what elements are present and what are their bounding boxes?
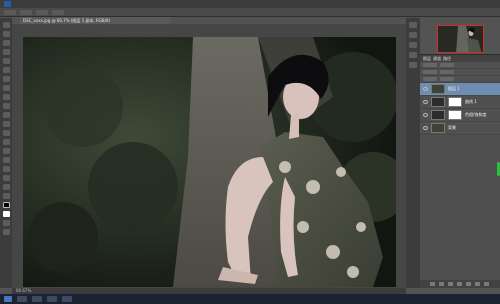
lock-row <box>420 76 500 83</box>
add-mask-icon[interactable] <box>448 282 453 286</box>
eraser-tool-icon[interactable] <box>2 112 10 118</box>
navigator-thumbnail[interactable] <box>437 25 484 53</box>
tab-paths[interactable]: 路径 <box>443 56 451 62</box>
history-brush-tool-icon[interactable] <box>2 103 10 109</box>
layer-name: 色相/饱和度 <box>465 112 487 117</box>
filter-icons[interactable] <box>440 63 454 67</box>
layer-mask-thumbnail <box>448 110 462 120</box>
option-control-2[interactable] <box>36 9 48 15</box>
clone-stamp-tool-icon[interactable] <box>2 94 10 100</box>
blend-mode-row <box>420 69 500 76</box>
background-color-swatch[interactable] <box>2 211 10 217</box>
adjustment-layer-icon[interactable] <box>457 282 462 286</box>
menu-bar <box>0 0 500 8</box>
layer-row[interactable]: 图层 1 <box>420 83 500 96</box>
shape-tool-icon[interactable] <box>2 175 10 181</box>
foreground-color-swatch[interactable] <box>2 202 10 208</box>
menu-item-1[interactable] <box>17 2 18 7</box>
document-tab-label: DSC_xxxx.jpg @ 66.7% (图层 1 副本, RGB/8) <box>23 18 111 23</box>
blur-tool-icon[interactable] <box>2 130 10 136</box>
layers-panel-footer <box>420 280 500 288</box>
taskbar-app-1[interactable] <box>17 296 27 302</box>
document-canvas-photo[interactable] <box>23 37 396 287</box>
photoshop-logo-icon[interactable] <box>4 1 11 7</box>
tool-preset-button[interactable] <box>4 9 16 15</box>
layers-panel-tabs: 图层 通道 路径 <box>420 55 500 62</box>
link-layers-icon[interactable] <box>430 282 435 286</box>
layer-name: 曲线 1 <box>465 99 477 104</box>
layer-row[interactable]: 色相/饱和度 <box>420 109 500 122</box>
healing-tool-icon[interactable] <box>2 76 10 82</box>
layer-row[interactable]: 背景 <box>420 122 500 135</box>
taskbar-app-3[interactable] <box>47 296 57 302</box>
opacity-field[interactable] <box>440 70 454 74</box>
navigator-panel <box>420 18 500 55</box>
collapsed-panels-dock <box>406 18 420 288</box>
brush-tool-icon[interactable] <box>2 85 10 91</box>
tab-layers[interactable]: 图层 <box>423 56 431 62</box>
history-panel-icon[interactable] <box>409 22 417 28</box>
layer-kind-filter[interactable] <box>423 63 437 67</box>
taskbar-app-2[interactable] <box>32 296 42 302</box>
tab-channels[interactable]: 通道 <box>433 56 441 62</box>
layer-thumbnail <box>431 123 445 133</box>
tools-panel <box>0 18 12 288</box>
character-panel-icon[interactable] <box>409 52 417 58</box>
photo-image <box>23 37 396 287</box>
crop-tool-icon[interactable] <box>2 58 10 64</box>
start-button-icon[interactable] <box>4 296 12 302</box>
os-taskbar <box>0 294 500 304</box>
adjustment-thumbnail <box>431 97 445 107</box>
zoom-tool-icon[interactable] <box>2 193 10 199</box>
hand-tool-icon[interactable] <box>2 184 10 190</box>
menu-item-4[interactable] <box>39 2 40 7</box>
lock-icons[interactable] <box>423 77 437 81</box>
new-group-icon[interactable] <box>466 282 471 286</box>
menu-item-2[interactable] <box>24 2 25 7</box>
navigator-preview-image <box>438 26 483 52</box>
quick-mask-icon[interactable] <box>2 220 10 226</box>
layer-name: 背景 <box>448 125 456 130</box>
type-tool-icon[interactable] <box>2 157 10 163</box>
dodge-tool-icon[interactable] <box>2 139 10 145</box>
quick-select-tool-icon[interactable] <box>2 49 10 55</box>
properties-panel-icon[interactable] <box>409 32 417 38</box>
document-tab[interactable]: DSC_xxxx.jpg @ 66.7% (图层 1 副本, RGB/8) <box>20 17 170 24</box>
paragraph-panel-icon[interactable] <box>409 62 417 68</box>
eyedropper-tool-icon[interactable] <box>2 67 10 73</box>
taskbar-app-photoshop[interactable] <box>62 296 72 302</box>
trash-icon[interactable] <box>484 282 489 286</box>
layers-panel: 图层 通道 路径 图层 1 曲线 1 色相/饱和度 背景 <box>420 55 500 288</box>
option-control-1[interactable] <box>20 9 32 15</box>
eye-icon[interactable] <box>423 100 428 104</box>
adjustment-thumbnail <box>431 110 445 120</box>
blend-mode-select[interactable] <box>423 70 437 74</box>
gradient-tool-icon[interactable] <box>2 121 10 127</box>
marquee-tool-icon[interactable] <box>2 31 10 37</box>
option-control-3[interactable] <box>52 9 64 15</box>
layer-mask-thumbnail <box>448 97 462 107</box>
brush-panel-icon[interactable] <box>409 42 417 48</box>
eye-icon[interactable] <box>423 113 428 117</box>
options-bar <box>0 8 500 17</box>
menu-item-3[interactable] <box>32 2 33 7</box>
layer-filter-row <box>420 62 500 69</box>
path-select-tool-icon[interactable] <box>2 166 10 172</box>
new-layer-icon[interactable] <box>475 282 480 286</box>
layer-row[interactable]: 曲线 1 <box>420 96 500 109</box>
layer-thumbnail <box>431 84 445 94</box>
screen-mode-icon[interactable] <box>2 229 10 235</box>
lasso-tool-icon[interactable] <box>2 40 10 46</box>
move-tool-icon[interactable] <box>2 22 10 28</box>
eye-icon[interactable] <box>423 126 428 130</box>
pen-tool-icon[interactable] <box>2 148 10 154</box>
layer-name: 图层 1 <box>448 86 460 91</box>
layer-style-icon[interactable] <box>439 282 444 286</box>
eye-icon[interactable] <box>423 87 428 91</box>
fill-field[interactable] <box>440 77 454 81</box>
